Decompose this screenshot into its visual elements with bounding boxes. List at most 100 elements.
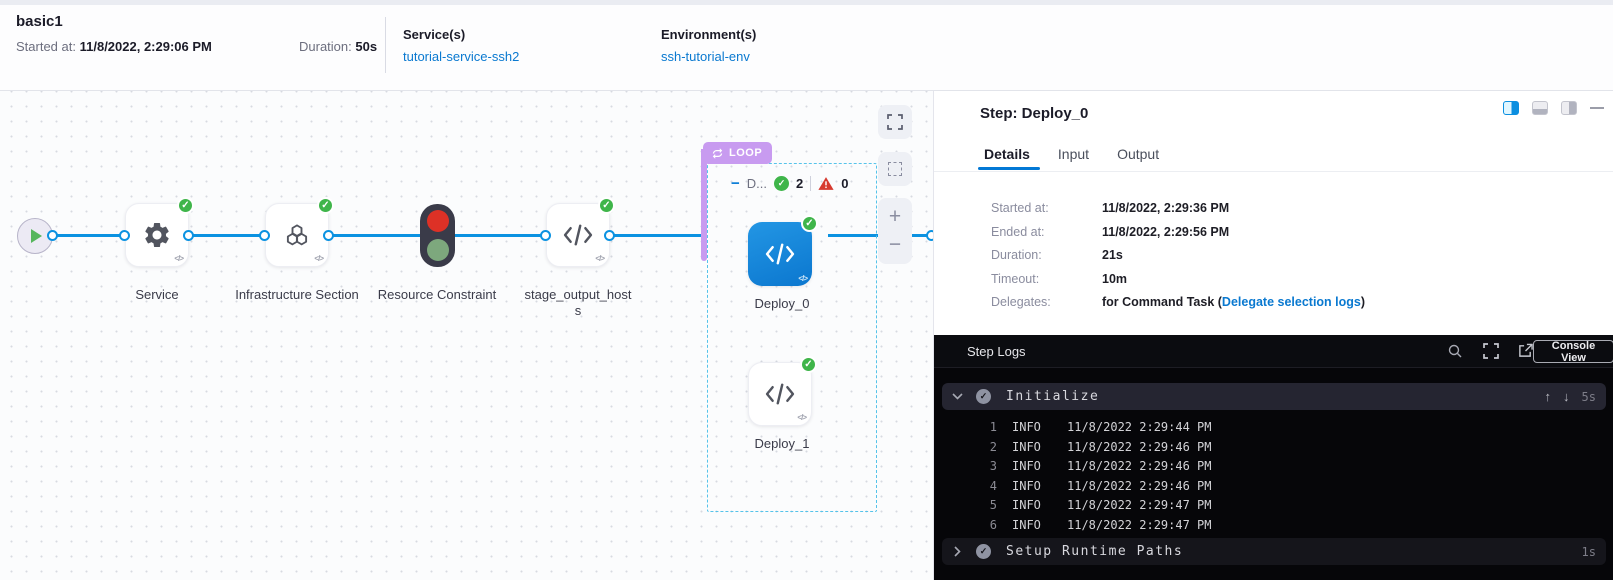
port xyxy=(259,230,270,241)
node-deploy-0[interactable]: ✓ </> xyxy=(748,222,812,286)
fullscreen-icon[interactable] xyxy=(1483,343,1499,359)
service-link[interactable]: tutorial-service-ssh2 xyxy=(403,49,519,64)
step-logs-panel: Step Logs Console View ✓ Initialize xyxy=(934,335,1613,580)
layout-minimized-panel-icon[interactable] xyxy=(1561,101,1577,115)
minimize-panel-icon[interactable] xyxy=(1590,107,1604,109)
success-check-icon: ✓ xyxy=(177,197,194,214)
environments-label: Environment(s) xyxy=(661,27,756,42)
section-success-icon: ✓ xyxy=(976,389,991,404)
detail-row: Timeout: 10m xyxy=(991,272,1365,287)
node-deploy-1[interactable]: ✓ </> xyxy=(748,362,812,426)
log-section-initialize[interactable]: ✓ Initialize ↑ ↓ 5s xyxy=(942,383,1606,410)
loop-container xyxy=(707,163,877,512)
zoom-out-button[interactable]: − xyxy=(889,236,901,254)
pipeline-name: basic1 xyxy=(16,13,63,30)
code-corner-icon: </> xyxy=(595,254,604,263)
delegate-selection-logs-link[interactable]: Delegate selection logs xyxy=(1222,295,1361,309)
code-icon xyxy=(764,241,796,267)
canvas-select-button[interactable] xyxy=(878,152,912,186)
services-label: Service(s) xyxy=(403,27,519,42)
node-label: Infrastructure Section xyxy=(235,287,359,303)
success-check-icon: ✓ xyxy=(598,197,615,214)
search-icon[interactable] xyxy=(1447,343,1463,359)
tab-input[interactable]: Input xyxy=(1058,146,1089,162)
marquee-icon xyxy=(888,162,902,176)
loop-icon xyxy=(711,148,724,159)
collapse-loop-button[interactable]: − xyxy=(731,177,740,191)
port xyxy=(604,230,615,241)
node-stage-output-hosts[interactable]: ✓ </> xyxy=(546,203,610,267)
log-line: 2INFO11/8/2022 2:29:46 PM xyxy=(934,438,1613,458)
zoom-in-button[interactable]: + xyxy=(889,208,901,226)
open-in-new-icon[interactable] xyxy=(1518,343,1533,358)
detail-row: Started at: 11/8/2022, 2:29:36 PM xyxy=(991,201,1365,216)
node-label: Deploy_1 xyxy=(720,436,844,452)
node-service[interactable]: ✓ </> xyxy=(125,203,189,267)
tab-details[interactable]: Details xyxy=(984,146,1030,162)
edge xyxy=(329,234,420,237)
layout-bottom-panel-icon[interactable] xyxy=(1532,101,1548,115)
log-section-setup-runtime-paths[interactable]: ✓ Setup Runtime Paths 1s xyxy=(942,538,1606,565)
node-label: Resource Constraint xyxy=(375,287,499,303)
success-count: 2 xyxy=(796,176,803,191)
code-icon xyxy=(764,381,796,407)
log-line: 5INFO11/8/2022 2:29:47 PM xyxy=(934,496,1613,516)
port xyxy=(323,230,334,241)
step-title: Step: Deploy_0 xyxy=(980,105,1088,122)
loop-group-header: − D... ✓ 2 0 xyxy=(731,176,848,191)
play-icon xyxy=(31,229,42,243)
node-label: Service xyxy=(95,287,219,303)
port xyxy=(540,230,551,241)
active-tab-indicator xyxy=(978,167,1040,170)
section-name: Initialize xyxy=(1006,389,1099,404)
success-check-icon: ✓ xyxy=(774,176,789,191)
green-light-icon xyxy=(427,239,449,261)
section-success-icon: ✓ xyxy=(976,544,991,559)
environments-group: Environment(s) ssh-tutorial-env xyxy=(661,27,756,64)
step-details-panel: Step: Deploy_0 Details Input Output Star… xyxy=(933,91,1613,580)
code-icon xyxy=(562,222,594,248)
edge xyxy=(610,234,703,237)
canvas-zoom-controls: + − xyxy=(878,198,912,264)
detail-row-delegates: Delegates: for Command Task (Delegate se… xyxy=(991,295,1365,310)
edge xyxy=(189,234,266,237)
detail-row: Duration: 21s xyxy=(991,248,1365,263)
code-corner-icon: </> xyxy=(174,254,183,263)
step-tabs: Details Input Output xyxy=(984,146,1159,162)
services-group: Service(s) tutorial-service-ssh2 xyxy=(403,27,519,64)
node-resource-constraint[interactable] xyxy=(420,204,455,267)
log-line: 4INFO11/8/2022 2:29:46 PM xyxy=(934,477,1613,497)
hexagons-icon xyxy=(282,220,312,250)
gear-icon xyxy=(142,220,172,250)
chevron-down-icon[interactable] xyxy=(950,393,964,400)
warning-triangle-icon xyxy=(818,176,834,191)
scroll-to-top-icon[interactable]: ↑ xyxy=(1545,389,1552,404)
edge xyxy=(52,234,126,237)
node-infrastructure[interactable]: ✓ </> xyxy=(265,203,329,267)
port xyxy=(926,230,933,241)
header-divider xyxy=(385,17,386,73)
tabs-divider xyxy=(934,171,1613,172)
canvas-fullscreen-button[interactable] xyxy=(878,105,912,139)
success-check-icon: ✓ xyxy=(801,215,818,232)
failure-count: 0 xyxy=(841,176,848,191)
console-view-button[interactable]: Console View xyxy=(1533,340,1613,363)
red-light-icon xyxy=(427,210,449,232)
section-duration: 5s xyxy=(1582,390,1596,404)
panel-layout-controls xyxy=(1503,101,1604,115)
environment-link[interactable]: ssh-tutorial-env xyxy=(661,49,756,64)
port xyxy=(47,230,58,241)
section-name: Setup Runtime Paths xyxy=(1006,544,1183,559)
port xyxy=(119,230,130,241)
chevron-right-icon[interactable] xyxy=(950,546,964,557)
execution-header: basic1 Started at: 11/8/2022, 2:29:06 PM… xyxy=(0,5,1613,91)
log-line: 3INFO11/8/2022 2:29:46 PM xyxy=(934,457,1613,477)
tab-output[interactable]: Output xyxy=(1117,146,1159,162)
loop-badge-label: LOOP xyxy=(729,147,762,159)
layout-right-panel-icon[interactable] xyxy=(1503,101,1519,115)
step-logs-title: Step Logs xyxy=(967,344,1026,359)
pipeline-canvas[interactable]: LOOP − D... ✓ 2 0 ✓ </> Service xyxy=(0,91,933,580)
scroll-to-bottom-icon[interactable]: ↓ xyxy=(1563,389,1570,404)
step-logs-header: Step Logs Console View xyxy=(934,335,1613,368)
node-label: stage_output_hosts xyxy=(522,287,634,319)
